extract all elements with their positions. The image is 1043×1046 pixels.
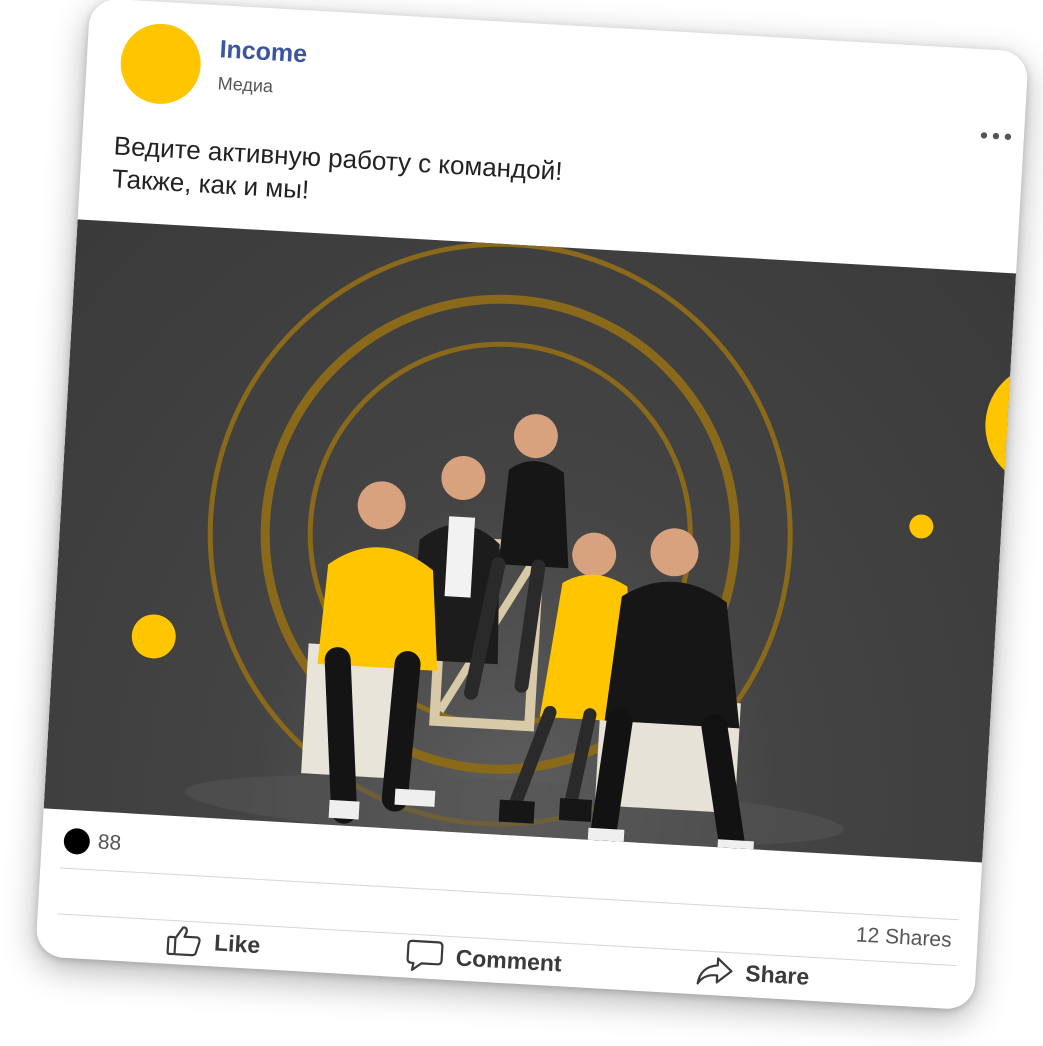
- canvas: Income Медиа Ведите активную работу с ко…: [0, 0, 1043, 1046]
- like-label: Like: [213, 928, 261, 958]
- person-1-head: [357, 481, 406, 530]
- author-avatar[interactable]: [118, 21, 203, 107]
- reaction-icon: [63, 827, 91, 856]
- shares-count[interactable]: 12 Shares: [855, 923, 952, 952]
- comment-label: Comment: [455, 943, 563, 976]
- share-button[interactable]: Share: [695, 954, 811, 993]
- like-button[interactable]: Like: [165, 924, 261, 961]
- thumbs-up-icon: [166, 926, 201, 957]
- more-horizontal-icon: [980, 132, 1012, 140]
- post-actions: Like Comment Share: [35, 914, 976, 1010]
- person-2-head: [441, 456, 486, 501]
- yellow-dot-large-right: [985, 363, 1017, 488]
- person-4-head: [572, 532, 617, 577]
- yellow-dot-left: [131, 614, 176, 659]
- post-image[interactable]: [43, 219, 1017, 863]
- share-label: Share: [744, 959, 810, 990]
- author-subtitle: Медиа: [217, 73, 274, 97]
- more-options-button[interactable]: [975, 123, 1016, 149]
- person-3-head: [513, 414, 558, 459]
- comment-bubble-icon: [406, 939, 444, 971]
- post-image-illustration: [131, 241, 1017, 862]
- share-arrow-icon: [696, 957, 733, 985]
- post-header: Income Медиа Ведите активную работу с ко…: [78, 0, 1029, 262]
- reactions-count: 88: [97, 830, 122, 855]
- author-name[interactable]: Income: [219, 35, 308, 69]
- yellow-dot-small: [909, 514, 934, 539]
- reactions-summary[interactable]: 88: [63, 827, 122, 857]
- comment-button[interactable]: Comment: [405, 938, 563, 981]
- post-card: Income Медиа Ведите активную работу с ко…: [35, 0, 1029, 1011]
- divider: [60, 867, 959, 921]
- post-text: Ведите активную работу с командой! Также…: [111, 129, 563, 221]
